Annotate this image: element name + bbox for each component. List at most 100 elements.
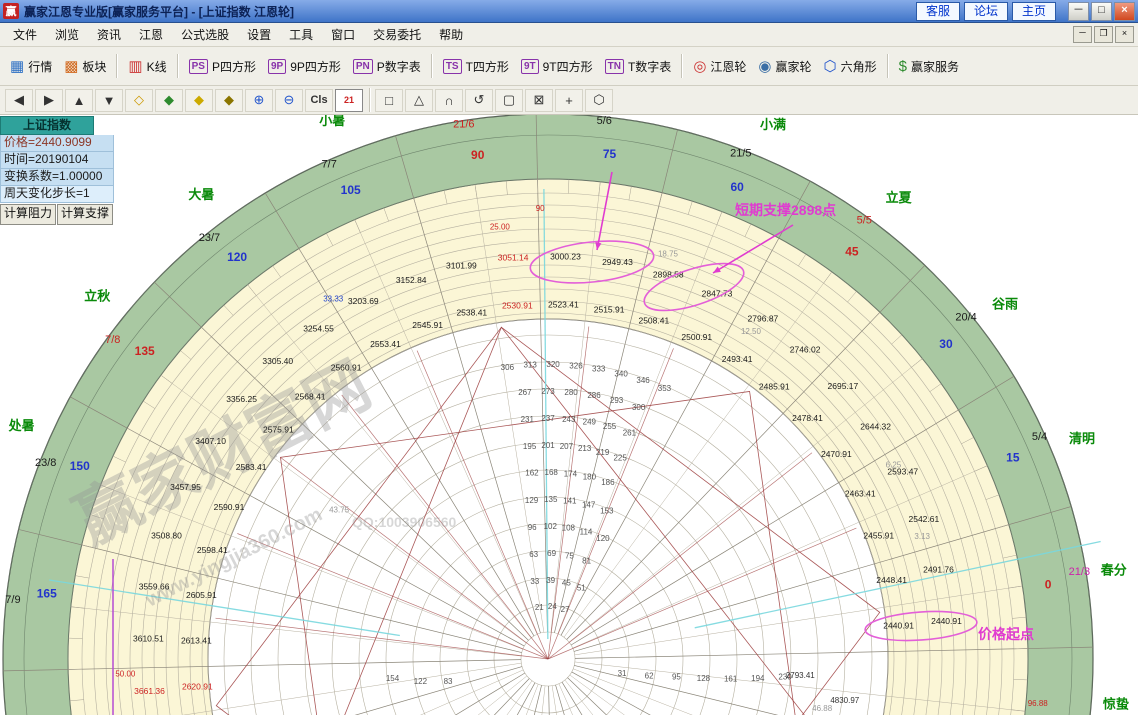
toolbar-sectors-button[interactable]: ▩板块 [58, 54, 112, 79]
svg-text:120: 120 [596, 534, 610, 543]
toolbar-9p-square-button[interactable]: 9P9P四方形 [262, 54, 347, 79]
svg-text:3152.84: 3152.84 [396, 275, 427, 285]
toolbar-t-square-button[interactable]: TST四方形 [437, 54, 515, 79]
draw-diamond-dark-button[interactable]: ◆ [215, 89, 243, 112]
svg-text:3407.10: 3407.10 [195, 436, 226, 446]
svg-text:195: 195 [523, 442, 537, 451]
winner-service-icon: $ [899, 59, 907, 74]
svg-text:2470.91: 2470.91 [821, 449, 852, 459]
draw-filter-button[interactable]: ▼ [95, 89, 123, 112]
draw-move-tool-button[interactable]: + [555, 89, 583, 112]
svg-text:2542.61: 2542.61 [909, 514, 940, 524]
draw-forward-button[interactable]: ▶ [35, 89, 63, 112]
svg-text:2560.91: 2560.91 [331, 363, 362, 373]
svg-text:306: 306 [501, 363, 515, 372]
svg-text:2796.87: 2796.87 [748, 314, 779, 324]
svg-text:2440.91: 2440.91 [931, 616, 962, 626]
titlebar-link-论坛[interactable]: 论坛 [964, 2, 1008, 21]
svg-text:2949.43: 2949.43 [602, 257, 633, 267]
svg-text:2620.91: 2620.91 [182, 682, 213, 692]
t-square-icon: TS [443, 59, 462, 74]
chart-area[interactable]: 赢家财富网www.yingjia360.comQQ:10039065602440… [0, 115, 1138, 715]
draw-back-button[interactable]: ◀ [5, 89, 33, 112]
svg-text:237: 237 [541, 414, 555, 423]
svg-text:30: 30 [939, 337, 953, 351]
draw-diamond-gold-button[interactable]: ◆ [185, 89, 213, 112]
toolbar-9t-square-button[interactable]: 9T9T四方形 [515, 54, 599, 79]
menu-窗口[interactable]: 窗口 [322, 23, 364, 46]
svg-text:2508.41: 2508.41 [638, 315, 669, 325]
draw-zoom-in-button[interactable]: ⊕ [245, 89, 273, 112]
draw-polygon-tool-button[interactable]: ⬡ [585, 89, 613, 112]
draw-cls-button[interactable]: Cls [305, 89, 333, 112]
minimize-button[interactable]: － [1068, 2, 1089, 21]
draw-diamond-yellow-button[interactable]: ◇ [125, 89, 153, 112]
gann-wheel[interactable]: 赢家财富网www.yingjia360.comQQ:10039065602440… [0, 115, 1138, 715]
draw-zoom-out-button[interactable]: ⊖ [275, 89, 303, 112]
menu-交易委托[interactable]: 交易委托 [364, 23, 430, 46]
svg-text:120: 120 [227, 250, 247, 264]
annotation-text: 短期支撑2898点 [735, 202, 836, 218]
svg-text:194: 194 [751, 674, 765, 683]
menu-设置[interactable]: 设置 [238, 23, 280, 46]
draw-triangle-tool-button[interactable]: △ [405, 89, 433, 112]
toolbar-winner-service-button[interactable]: $赢家服务 [893, 54, 965, 79]
toolbar-kline-button[interactable]: ▥K线 [122, 54, 172, 79]
svg-text:12.50: 12.50 [741, 327, 762, 336]
menu-工具[interactable]: 工具 [280, 23, 322, 46]
svg-text:261: 261 [623, 428, 637, 437]
toolbar-gann-wheel-button[interactable]: ◎江恩轮 [687, 54, 752, 79]
titlebar-link-主页[interactable]: 主页 [1012, 2, 1056, 21]
panel-button-计算阻力[interactable]: 计算阻力 [0, 204, 56, 225]
menu-江恩[interactable]: 江恩 [130, 23, 172, 46]
titlebar-link-客服[interactable]: 客服 [916, 2, 960, 21]
draw-diamond-green-button[interactable]: ◆ [155, 89, 183, 112]
svg-text:21: 21 [535, 603, 544, 612]
menu-资讯[interactable]: 资讯 [88, 23, 130, 46]
svg-text:46.88: 46.88 [812, 704, 833, 713]
panel-button-计算支撑[interactable]: 计算支撑 [57, 204, 113, 225]
svg-text:20/4: 20/4 [955, 311, 976, 323]
mdi-close-button[interactable]: × [1115, 26, 1134, 43]
svg-text:83: 83 [444, 677, 453, 686]
draw-rect-tool-button[interactable]: □ [375, 89, 403, 112]
mdi-restore-button[interactable]: ❐ [1094, 26, 1113, 43]
toolbar-hexagon-button[interactable]: ⬡六角形 [818, 54, 883, 79]
svg-text:2545.91: 2545.91 [412, 320, 443, 330]
menu-帮助[interactable]: 帮助 [430, 23, 472, 46]
svg-text:惊蛰: 惊蛰 [1103, 697, 1129, 712]
mdi-minimize-button[interactable]: － [1073, 26, 1092, 43]
draw-select-tool-button[interactable]: ▢ [495, 89, 523, 112]
menu-浏览[interactable]: 浏览 [46, 23, 88, 46]
draw-pointer-up-button[interactable]: ▲ [65, 89, 93, 112]
toolbar-p-number-table-button[interactable]: PNP数字表 [347, 54, 427, 79]
toolbar-winner-wheel-button[interactable]: ◉赢家轮 [752, 54, 817, 79]
svg-text:225: 225 [613, 454, 627, 463]
maximize-button[interactable]: □ [1091, 2, 1112, 21]
svg-text:313: 313 [523, 361, 537, 370]
svg-text:300: 300 [632, 403, 646, 412]
watermark-text: QQ:1003906560 [352, 514, 457, 530]
close-button[interactable]: × [1114, 2, 1135, 21]
annotation-text: 价格起点 [978, 626, 1034, 642]
svg-text:立夏: 立夏 [886, 190, 913, 205]
hexagon-label: 六角形 [841, 58, 877, 75]
draw-arc-tool-button[interactable]: ∩ [435, 89, 463, 112]
sectors-label: 板块 [82, 58, 106, 75]
toolbar-p-square-button[interactable]: PSP四方形 [183, 54, 262, 79]
toolbar-t-number-table-button[interactable]: TNT数字表 [599, 54, 678, 79]
draw-delete-tool-button[interactable]: ⊠ [525, 89, 553, 112]
toolbar-separator [116, 54, 118, 78]
svg-text:75: 75 [603, 147, 617, 161]
svg-text:2485.91: 2485.91 [759, 381, 790, 391]
svg-text:3559.66: 3559.66 [139, 582, 170, 592]
menu-文件[interactable]: 文件 [4, 23, 46, 46]
svg-text:60: 60 [730, 180, 744, 194]
menu-公式选股[interactable]: 公式选股 [172, 23, 238, 46]
draw-rotate-tool-button[interactable]: ↺ [465, 89, 493, 112]
toolbar-quotes-button[interactable]: ▦行情 [4, 54, 58, 79]
9p-square-icon: 9P [268, 59, 286, 74]
draw-calendar-21-button[interactable]: 21 [335, 89, 363, 112]
quotes-label: 行情 [28, 58, 52, 75]
svg-text:186: 186 [601, 478, 615, 487]
